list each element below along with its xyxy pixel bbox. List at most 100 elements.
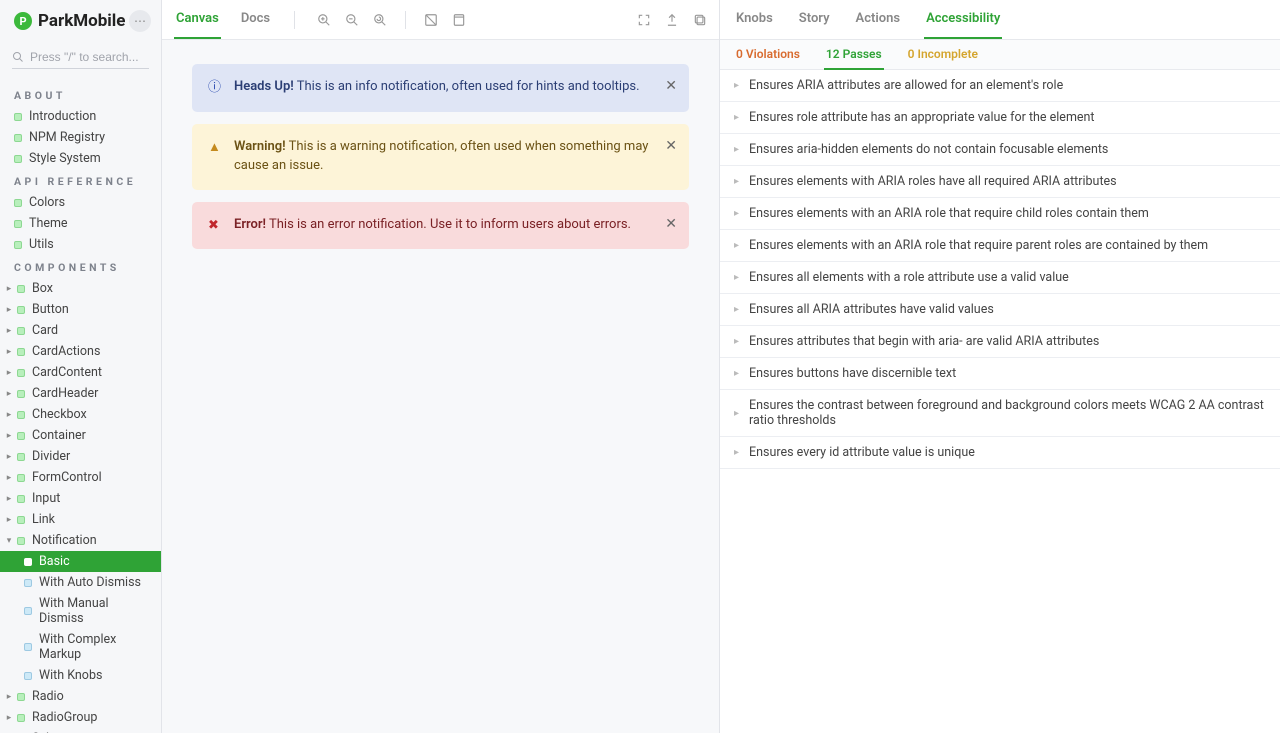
section-api-title: API Reference <box>0 169 161 192</box>
a11y-rule-row[interactable]: ▸Ensures all elements with a role attrib… <box>720 262 1280 294</box>
sidebar-item-checkbox[interactable]: ▸Checkbox <box>0 404 161 425</box>
sidebar-item-npm-registry[interactable]: NPM Registry <box>0 127 161 148</box>
a11y-rule-row[interactable]: ▸ Ensures the contrast between foreground… <box>720 390 1280 437</box>
component-icon <box>17 516 25 524</box>
sidebar-item-utils[interactable]: Utils <box>0 234 161 255</box>
chevron-right-icon: ▸ <box>4 473 14 483</box>
close-icon[interactable]: ✕ <box>665 76 677 96</box>
sidebar-item-notification[interactable]: ▾Notification <box>0 530 161 551</box>
zoom-in-icon[interactable] <box>317 13 331 27</box>
addon-tabs: Knobs Story Actions Accessibility <box>720 0 1280 40</box>
sidebar-item-radio[interactable]: ▸Radio <box>0 686 161 707</box>
sidebar-story-basic[interactable]: Basic <box>0 551 161 572</box>
error-icon: ✖ <box>208 217 224 236</box>
component-icon <box>17 369 25 377</box>
component-icon <box>17 306 25 314</box>
chevron-right-icon: ▸ <box>734 112 739 123</box>
sidebar-item-box[interactable]: ▸Box <box>0 278 161 299</box>
background-icon[interactable] <box>424 13 438 27</box>
sidebar-item-select[interactable]: ▸Select <box>0 728 161 733</box>
sidebar-story-with-knobs[interactable]: With Knobs <box>0 665 161 686</box>
sidebar-item-cardheader[interactable]: ▸CardHeader <box>0 383 161 404</box>
sidebar-item-theme[interactable]: Theme <box>0 213 161 234</box>
component-icon <box>17 495 25 503</box>
sidebar-item-link[interactable]: ▸Link <box>0 509 161 530</box>
chevron-right-icon: ▸ <box>4 368 14 378</box>
sidebar-item-radiogroup[interactable]: ▸RadioGroup <box>0 707 161 728</box>
zoom-out-icon[interactable] <box>345 13 359 27</box>
search-box[interactable] <box>12 50 149 69</box>
sidebar-item-introduction[interactable]: Introduction <box>0 106 161 127</box>
component-icon <box>17 432 25 440</box>
close-icon[interactable]: ✕ <box>665 214 677 234</box>
fullscreen-icon[interactable] <box>637 13 651 27</box>
a11y-rule-row[interactable]: ▸ Ensures role attribute has an appropria… <box>720 102 1280 134</box>
canvas-area: ⓘHeads Up! This is an info notification,… <box>162 40 719 733</box>
chevron-right-icon: ▸ <box>734 408 739 419</box>
chevron-right-icon: ▸ <box>734 208 739 219</box>
notification-text: Warning! This is a warning notification,… <box>234 138 673 176</box>
component-icon <box>17 348 25 356</box>
sidebar-item-card[interactable]: ▸Card <box>0 320 161 341</box>
tab-docs[interactable]: Docs <box>239 0 272 39</box>
a11y-rule-row[interactable]: ▸Ensures all ARIA attributes have valid … <box>720 294 1280 326</box>
open-new-icon[interactable] <box>693 13 707 27</box>
doc-icon <box>14 155 22 163</box>
a11y-rule-row[interactable]: ▸Ensures elements with ARIA roles have a… <box>720 166 1280 198</box>
sidebar-item-input[interactable]: ▸Input <box>0 488 161 509</box>
story-icon <box>24 579 32 587</box>
sidebar-item-cardcontent[interactable]: ▸CardContent <box>0 362 161 383</box>
doc-icon <box>14 113 22 121</box>
component-icon <box>17 285 25 293</box>
sidebar-story-with-manual-dismiss[interactable]: With Manual Dismiss <box>0 593 161 629</box>
sidebar-item-button[interactable]: ▸Button <box>0 299 161 320</box>
chevron-right-icon: ▸ <box>4 494 14 504</box>
a11y-rule-row[interactable]: ▸Ensures ARIA attributes are allowed for… <box>720 70 1280 102</box>
notification-warn: ▲Warning! This is a warning notification… <box>192 124 689 190</box>
chevron-right-icon: ▸ <box>4 326 14 336</box>
share-icon[interactable] <box>665 13 679 27</box>
sidebar-story-with-auto-dismiss[interactable]: With Auto Dismiss <box>0 572 161 593</box>
zoom-reset-icon[interactable] <box>373 13 387 27</box>
tab-canvas[interactable]: Canvas <box>174 0 221 39</box>
chevron-right-icon: ▸ <box>734 240 739 251</box>
sidebar-item-formcontrol[interactable]: ▸FormControl <box>0 467 161 488</box>
a11y-rule-text: Ensures the contrast between foreground … <box>749 398 1266 428</box>
sidebar-item-cardactions[interactable]: ▸CardActions <box>0 341 161 362</box>
chevron-down-icon: ▾ <box>4 536 14 546</box>
a11y-rule-row[interactable]: ▸Ensures elements with an ARIA role that… <box>720 198 1280 230</box>
sidebar-item-divider[interactable]: ▸Divider <box>0 446 161 467</box>
brand-logo-icon: P <box>14 12 32 30</box>
addon-tab-actions[interactable]: Actions <box>854 0 903 39</box>
chevron-right-icon: ▸ <box>734 447 739 458</box>
viewport-icon[interactable] <box>452 13 466 27</box>
a11y-rule-row[interactable]: ▸Ensures elements with an ARIA role that… <box>720 230 1280 262</box>
a11y-rule-text: Ensures buttons have discernible text <box>749 366 956 381</box>
sidebar-story-with-complex-markup[interactable]: With Complex Markup <box>0 629 161 665</box>
a11y-tab-incomplete[interactable]: 0 Incomplete <box>906 40 980 70</box>
chevron-right-icon: ▸ <box>4 452 14 462</box>
brand[interactable]: P ParkMobile <box>14 11 126 31</box>
component-icon <box>17 714 25 722</box>
a11y-tab-violations[interactable]: 0 Violations <box>734 40 802 70</box>
component-icon <box>17 390 25 398</box>
doc-icon <box>14 220 22 228</box>
addon-tab-knobs[interactable]: Knobs <box>734 0 775 39</box>
a11y-rule-row[interactable]: ▸Ensures aria-hidden elements do not con… <box>720 134 1280 166</box>
a11y-rule-text: Ensures attributes that begin with aria-… <box>749 334 1099 349</box>
search-input[interactable] <box>30 50 149 64</box>
sidebar-more-button[interactable]: ⋯ <box>129 10 151 32</box>
a11y-rule-row[interactable]: ▸Ensures attributes that begin with aria… <box>720 326 1280 358</box>
sidebar-item-colors[interactable]: Colors <box>0 192 161 213</box>
close-icon[interactable]: ✕ <box>665 136 677 156</box>
a11y-rule-row[interactable]: ▸Ensures buttons have discernible text <box>720 358 1280 390</box>
addon-tab-accessibility[interactable]: Accessibility <box>924 0 1002 39</box>
a11y-rule-text: Ensures role attribute has an appropriat… <box>749 110 1095 125</box>
addon-tab-story[interactable]: Story <box>797 0 832 39</box>
component-icon <box>17 453 25 461</box>
a11y-tab-passes[interactable]: 12 Passes <box>824 40 884 70</box>
a11y-rule-row[interactable]: ▸Ensures every id attribute value is uni… <box>720 437 1280 469</box>
sidebar-item-container[interactable]: ▸Container <box>0 425 161 446</box>
chevron-right-icon: ▸ <box>4 515 14 525</box>
sidebar-item-style-system[interactable]: Style System <box>0 148 161 169</box>
